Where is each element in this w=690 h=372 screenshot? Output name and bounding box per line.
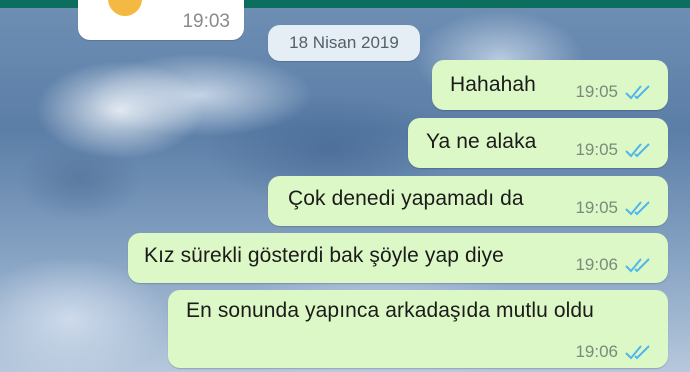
double-check-icon [625,201,650,216]
double-check-icon [625,258,650,273]
message-time: 19:06 [575,342,618,361]
message-text: Çok denedi yapamadı da [288,187,524,210]
double-check-icon [625,143,650,158]
message-time: 19:05 [575,140,618,159]
message-text: Ya ne alaka [426,130,537,153]
date-divider: 18 Nisan 2019 [268,25,420,61]
double-check-icon [625,345,650,360]
outgoing-message[interactable]: Kız sürekli gösterdi bak şöyle yap diye … [128,233,668,283]
message-meta: 19:05 [575,82,654,102]
emoji-icon [108,0,142,16]
outgoing-message[interactable]: Ya ne alaka 19:05 [408,118,668,168]
message-text: En sonunda yapınca arkadaşıda mutlu oldu [186,299,594,322]
message-time: 19:03 [182,11,230,32]
message-meta: 19:06 [575,255,654,275]
double-check-icon [625,85,650,100]
message-time: 19:05 [575,82,618,101]
outgoing-message[interactable]: En sonunda yapınca arkadaşıda mutlu oldu… [168,290,668,368]
message-meta: 19:05 [575,198,654,218]
message-meta: 19:06 [575,342,654,362]
message-text: Kız sürekli gösterdi bak şöyle yap diye [144,244,504,267]
outgoing-message[interactable]: Hahahah 19:05 [432,60,668,110]
message-time: 19:05 [575,198,618,217]
message-text: Hahahah [450,73,536,96]
message-time: 19:06 [575,255,618,274]
outgoing-message[interactable]: Çok denedi yapamadı da 19:05 [268,176,668,226]
previous-message-bubble[interactable]: 19:03 [78,0,244,40]
message-meta: 19:05 [575,140,654,160]
